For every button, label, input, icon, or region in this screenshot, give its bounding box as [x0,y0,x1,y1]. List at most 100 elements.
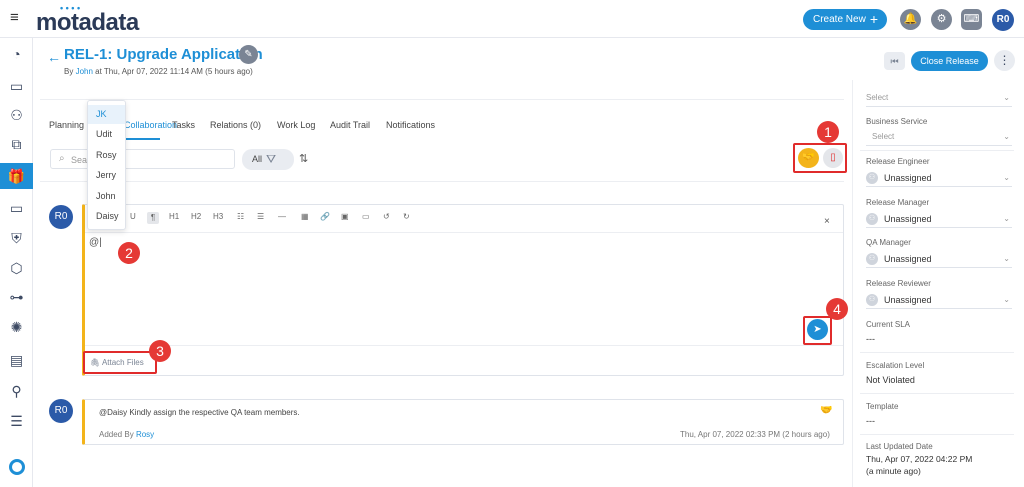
mention-item[interactable]: JK [88,105,125,124]
user-avatar[interactable]: R0 [992,9,1014,31]
underline-tool[interactable]: U [130,212,136,221]
heading3-tool[interactable]: H3 [213,212,223,221]
added-by-link[interactable]: Rosy [136,430,154,439]
close-release-button[interactable]: Close Release [911,51,988,71]
search-input[interactable]: ⌕ Sear [50,149,235,169]
bullet-list-icon[interactable]: ☷ [237,212,244,221]
chevron-down-icon: ⌄ [1003,214,1010,223]
mention-item[interactable]: Udit [88,125,125,144]
tab-notifications[interactable]: Notifications [386,120,435,130]
send-icon[interactable]: ➤ [807,319,828,340]
sort-icon[interactable]: ⇅ [299,152,308,165]
divider [40,181,844,182]
release-reviewer-label: Release Reviewer [866,279,931,288]
shield-icon[interactable]: ⛨ [8,230,25,247]
editor-text[interactable]: @| [89,237,102,248]
user-icon: ⚇ [866,294,878,306]
tab-planning[interactable]: Planning [49,120,84,130]
bell-icon[interactable]: 🔔 [900,9,921,30]
numbered-list-icon[interactable]: ☰ [257,212,264,221]
pdf-icon[interactable]: ▯ [823,148,843,168]
tab-work-log[interactable]: Work Log [277,120,315,130]
keyboard-icon[interactable]: ⌨ [961,9,982,30]
checklist-icon[interactable]: ☰ [8,413,25,430]
release-reviewer-select[interactable]: ⚇ Unassigned ⌄ [866,293,1012,309]
release-manager-value: Unassigned [884,214,932,224]
cube-icon[interactable]: ⬡ [8,260,25,277]
byline: By John at Thu, Apr 07, 2022 11:14 AM (5… [64,67,253,76]
link-icon[interactable]: 🔗 [320,212,330,221]
redo-icon[interactable]: ↻ [403,212,410,221]
dashboard-icon[interactable]: ◔ [8,46,25,63]
release-engineer-label: Release Engineer [866,157,930,166]
divider [40,99,844,100]
comment-editor[interactable] [82,204,844,376]
comment-text: @Daisy Kindly assign the respective QA t… [99,408,300,417]
release-manager-label: Release Manager [866,198,930,207]
logo-dots-icon: • • • • [60,3,81,13]
business-service-select[interactable]: Select ⌄ [866,130,1012,146]
escalation-level-value: Not Violated [866,375,915,385]
handshake-icon[interactable]: 🤝 [820,405,832,416]
image-icon[interactable]: ▭ [362,212,370,221]
user-icon: ⚇ [866,253,878,265]
mention-item[interactable]: Jerry [88,166,125,185]
active-tab-indicator [124,138,160,140]
author-link[interactable]: John [76,67,93,76]
qa-manager-label: QA Manager [866,238,911,247]
tab-relations[interactable]: Relations (0) [210,120,261,130]
heading2-tool[interactable]: H2 [191,212,201,221]
heading1-tool[interactable]: H1 [169,212,179,221]
comment-timestamp: Thu, Apr 07, 2022 02:33 PM (2 hours ago) [680,430,830,439]
byline-suffix: at Thu, Apr 07, 2022 11:14 AM (5 hours a… [95,67,253,76]
asset-icon[interactable]: ▭ [8,200,25,217]
user-check-icon[interactable]: ⚲ [8,383,25,400]
mention-item[interactable]: Daisy [88,207,125,226]
workflow-icon[interactable]: ⊶ [8,289,25,306]
user-icon: ⚇ [866,172,878,184]
video-icon[interactable]: ▣ [341,212,349,221]
menu-icon[interactable]: ≡ [10,10,24,25]
first-record-icon[interactable]: ⏮ [884,52,905,70]
release-engineer-select[interactable]: ⚇ Unassigned ⌄ [866,171,1012,187]
tab-collaboration[interactable]: Collaboration [124,120,177,130]
template-value: --- [866,416,875,426]
report-icon[interactable]: ▤ [8,352,25,369]
back-arrow-icon[interactable]: ← [47,49,61,65]
qa-manager-select[interactable]: ⚇ Unassigned ⌄ [866,252,1012,268]
filter-dropdown[interactable]: All ⛛ [242,149,294,170]
create-new-button[interactable]: Create New + [803,9,887,30]
release-manager-select[interactable]: ⚇ Unassigned ⌄ [866,212,1012,228]
mention-dropdown: JK Udit Rosy Jerry John Daisy [87,100,126,230]
attach-files-label: Attach Files [101,358,144,367]
close-icon[interactable]: × [824,216,830,227]
handshake-icon[interactable]: 🤝 [798,148,819,168]
mention-item[interactable]: Rosy [88,146,125,165]
lightbulb-icon[interactable]: ✺ [8,319,25,336]
problem-icon[interactable]: ⚇ [8,107,25,124]
top-select[interactable]: Select ⌄ [866,91,1012,107]
table-icon[interactable]: ▦ [301,212,309,221]
plus-icon: + [869,11,878,27]
brand-logo[interactable]: • • • • motadata [36,3,139,37]
horizontal-rule-icon[interactable]: — [278,212,286,221]
undo-icon[interactable]: ↺ [383,212,390,221]
change-icon[interactable]: ⧉ [8,136,25,153]
tab-tasks[interactable]: Tasks [172,120,195,130]
attach-files-button[interactable]: 🖇 Attach Files [90,358,144,367]
release-icon[interactable]: 🎁 [0,163,33,189]
added-by-prefix: Added By [99,430,134,439]
chevron-down-icon: ⌄ [1003,254,1010,263]
mention-item[interactable]: John [88,187,125,206]
more-options-icon[interactable]: ⋮ [994,50,1015,71]
edit-title-icon[interactable]: ✎ [239,45,258,64]
left-sidebar: ◔ ▭ ⚇ ⧉ 🎁 ▭ ⛨ ⬡ ⊶ ✺ ▤ ⚲ ☰ [0,38,33,487]
last-updated-value: Thu, Apr 07, 2022 04:22 PM [866,454,973,464]
divider [860,434,1014,435]
ticket-icon[interactable]: ▭ [8,78,25,95]
tab-audit-trail[interactable]: Audit Trail [330,120,370,130]
chat-bot-icon[interactable] [9,459,25,475]
paragraph-tool[interactable]: ¶ [147,212,159,224]
step-badge: 4 [826,298,848,320]
gear-icon[interactable]: ⚙ [931,9,952,30]
